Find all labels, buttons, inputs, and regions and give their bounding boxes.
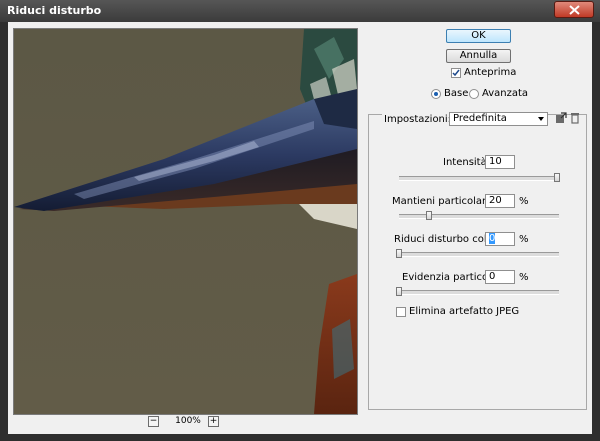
chevron-down-icon: [538, 117, 544, 121]
title-bar[interactable]: Riduci disturbo: [0, 0, 600, 22]
settings-label: Impostazioni:: [382, 114, 454, 125]
preserve-details-slider-thumb[interactable]: [426, 211, 432, 220]
preserve-details-label: Mantieni particolari:: [392, 196, 493, 207]
preserve-details-slider-track[interactable]: [399, 214, 559, 219]
preview-image[interactable]: [13, 28, 358, 415]
reduce-color-noise-value: 0: [489, 233, 496, 244]
jpeg-artifact-checkbox[interactable]: [396, 307, 406, 317]
preview-photo: [14, 29, 357, 414]
reduce-color-noise-slider-thumb[interactable]: [396, 249, 402, 258]
zoom-in-button[interactable]: +: [208, 416, 219, 427]
strength-slider-track[interactable]: [399, 176, 559, 181]
strength-input[interactable]: 10: [485, 155, 515, 169]
mode-base-label: Base: [444, 88, 469, 99]
sharpen-details-slider-track[interactable]: [399, 290, 559, 295]
settings-select[interactable]: Predefinita: [449, 112, 548, 126]
jpeg-artifact-label: Elimina artefatto JPEG: [409, 306, 520, 317]
cancel-button[interactable]: Annulla: [446, 49, 511, 63]
preview-checkbox[interactable]: [451, 68, 461, 78]
mode-advanced-radio[interactable]: [469, 89, 479, 99]
zoom-level: 100%: [175, 416, 201, 426]
settings-value: Predefinita: [453, 113, 507, 124]
window-title: Riduci disturbo: [7, 4, 102, 17]
mode-advanced-label: Avanzata: [482, 88, 529, 99]
reduce-color-noise-input[interactable]: 0: [485, 232, 515, 246]
preview-label: Anteprima: [464, 67, 517, 78]
save-settings-icon[interactable]: [555, 112, 567, 124]
zoom-out-button[interactable]: −: [148, 416, 159, 427]
strength-label: Intensità:: [443, 157, 491, 168]
sharpen-details-slider-thumb[interactable]: [396, 287, 402, 296]
check-icon: [452, 69, 460, 77]
sharpen-details-input[interactable]: 0: [485, 270, 515, 284]
zoom-controls: − 100% +: [148, 416, 228, 430]
close-icon: [569, 5, 580, 15]
reduce-color-noise-unit: %: [519, 234, 529, 245]
close-button[interactable]: [554, 1, 594, 18]
dialog-window: Riduci disturbo − 100% + OK Annulla Ante…: [0, 0, 600, 441]
preserve-details-input[interactable]: 20: [485, 194, 515, 208]
trash-icon[interactable]: [570, 111, 580, 124]
reduce-color-noise-slider-track[interactable]: [399, 252, 559, 257]
ok-button[interactable]: OK: [446, 29, 511, 43]
sharpen-details-unit: %: [519, 272, 529, 283]
mode-base-radio[interactable]: [431, 89, 441, 99]
dialog-body: − 100% + OK Annulla Anteprima Base Avanz…: [8, 22, 592, 434]
strength-slider-thumb[interactable]: [554, 173, 560, 182]
preserve-details-unit: %: [519, 196, 529, 207]
